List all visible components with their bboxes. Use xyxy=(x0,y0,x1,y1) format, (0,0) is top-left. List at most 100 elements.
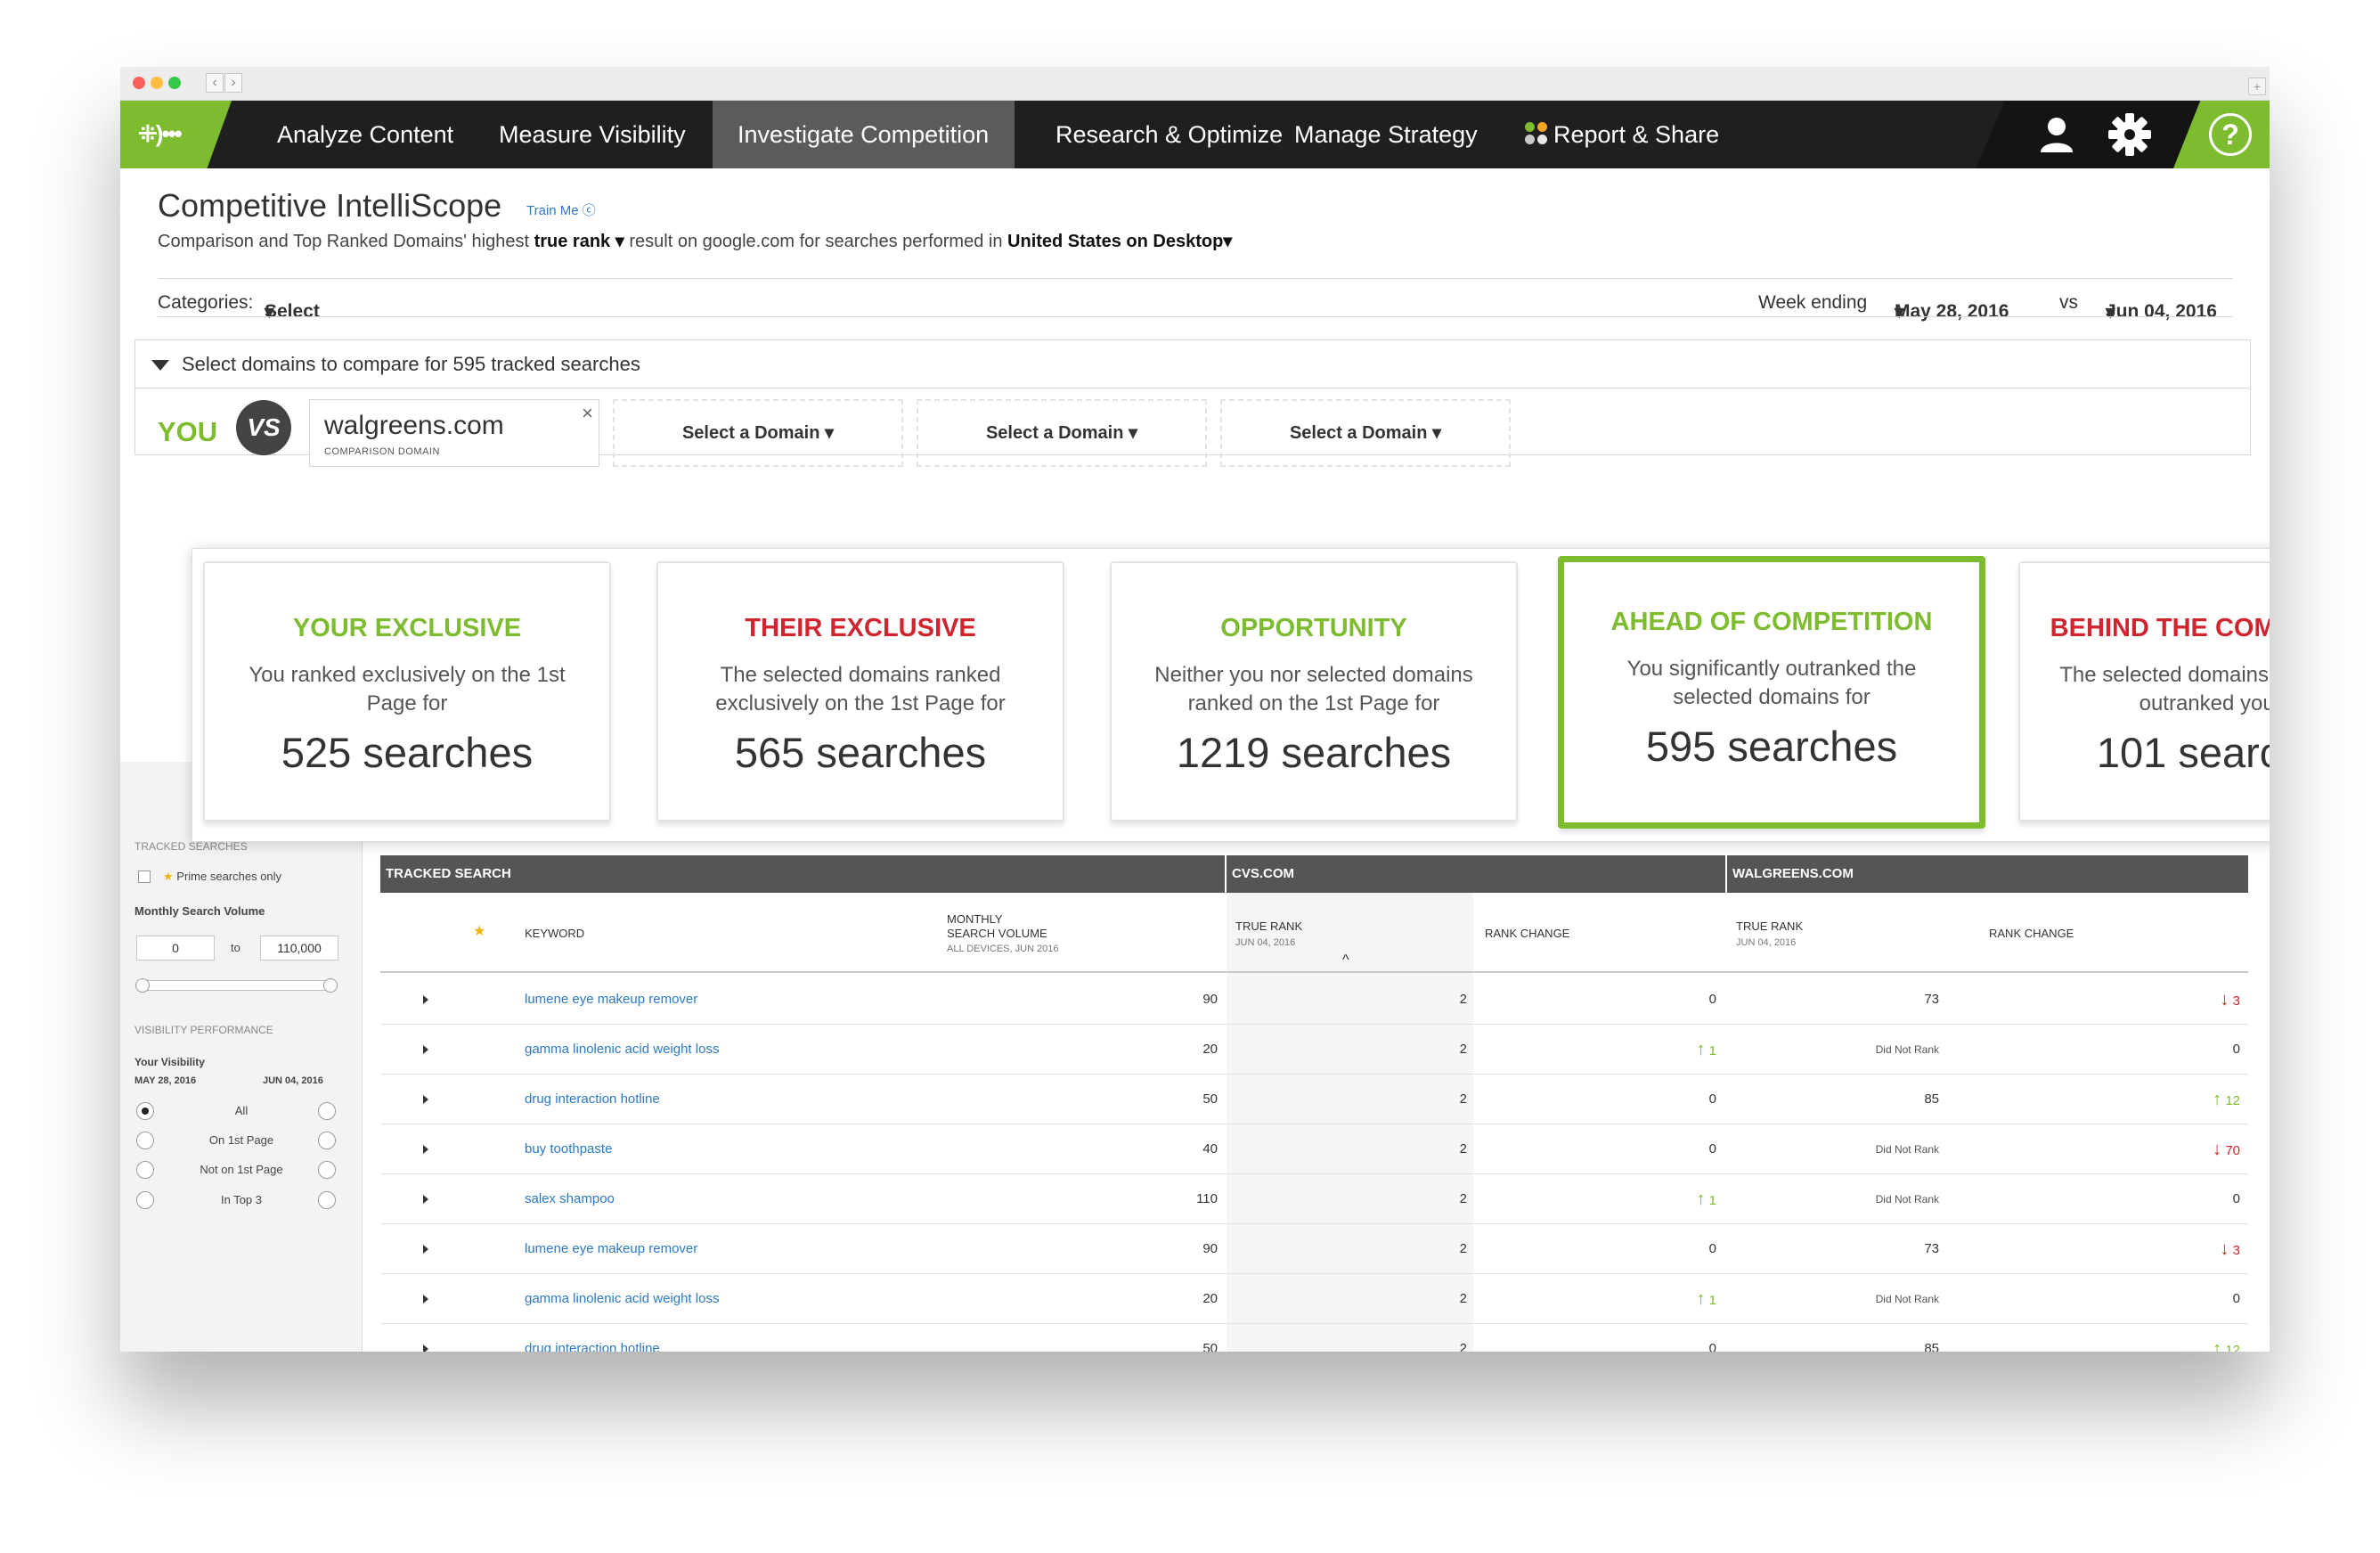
table-row[interactable]: lumene eye makeup remover 90 2 0 73 ↓ 3 xyxy=(380,1224,2248,1274)
select-domain-dropdown-1[interactable]: Select a Domain ▾ xyxy=(613,399,903,467)
column-headers: ★ KEYWORD MONTHLY SEARCH VOLUME ALL DEVI… xyxy=(380,893,2248,973)
walgreens-rank-change-value: 70 xyxy=(2225,1143,2240,1158)
location-dropdown[interactable]: United States on Desktop▾ xyxy=(1007,232,1232,251)
keyword-link[interactable]: drug interaction hotline xyxy=(525,1075,660,1124)
cvs-rank-change: ↑ 1 xyxy=(1610,1174,1716,1224)
maximize-window-button[interactable] xyxy=(168,77,181,89)
train-me-link[interactable]: Train Me ⓒ xyxy=(526,200,596,219)
comparison-domain-chip[interactable]: walgreens.com COMPARISON DOMAIN × xyxy=(309,399,599,467)
keyword-link[interactable]: lumene eye makeup remover xyxy=(525,1224,697,1274)
caret-down-icon: ▾ xyxy=(2106,302,2115,323)
cvs-rank-change: 0 xyxy=(1610,1224,1716,1274)
col-keyword[interactable]: KEYWORD xyxy=(525,927,584,941)
cvs-true-rank: 2 xyxy=(1459,1291,1467,1306)
compare-panel-toggle[interactable]: Select domains to compare for 595 tracke… xyxy=(135,340,2250,388)
nav-report-share[interactable]: Report & Share xyxy=(1496,101,1744,168)
help-icon[interactable]: ? xyxy=(2209,113,2252,156)
col-wg-date: JUN 04, 2016 xyxy=(1736,937,1797,948)
col-wg-true-rank[interactable]: TRUE RANK xyxy=(1736,920,1803,934)
col-msv-line2[interactable]: SEARCH VOLUME xyxy=(947,927,1047,941)
card-opportunity[interactable]: OPPORTUNITY Neither you nor selected dom… xyxy=(1110,561,1518,821)
close-window-button[interactable] xyxy=(133,77,145,89)
radio-all-to[interactable] xyxy=(318,1102,336,1120)
keyword-link[interactable]: salex shampoo xyxy=(525,1174,615,1224)
col-cvs-rank-change[interactable]: RANK CHANGE xyxy=(1485,927,1569,941)
card-your-exclusive[interactable]: YOUR EXCLUSIVE You ranked exclusively on… xyxy=(203,561,611,821)
sort-asc-icon[interactable]: ^ xyxy=(1342,953,1349,968)
nav-research-optimize[interactable]: Research & Optimize xyxy=(1031,101,1308,168)
caret-down-icon: ▾ xyxy=(1129,423,1138,443)
card-title: OPPORTUNITY xyxy=(1220,614,1407,642)
expand-row-icon[interactable] xyxy=(423,1345,428,1352)
keyword-link[interactable]: gamma linolenic acid weight loss xyxy=(525,1274,719,1324)
msv-min-input[interactable]: 0 xyxy=(136,936,215,960)
radio-first-page-to[interactable] xyxy=(318,1132,336,1149)
radio-not-first-page-to[interactable] xyxy=(318,1161,336,1179)
keyword-link[interactable]: gamma linolenic acid weight loss xyxy=(525,1025,719,1075)
arrow-up-icon: ↑ xyxy=(1696,1040,1706,1059)
caret-down-icon: ▾ xyxy=(825,423,835,443)
rank-type-dropdown[interactable]: true rank ▾ xyxy=(534,232,624,251)
back-button[interactable]: ‹ xyxy=(206,73,224,93)
cvs-true-rank: 2 xyxy=(1459,1091,1467,1107)
keyword-link[interactable]: buy toothpaste xyxy=(525,1124,612,1174)
walgreens-rank-change-value: 12 xyxy=(2225,1093,2240,1108)
expand-row-icon[interactable] xyxy=(423,1245,428,1254)
forward-button[interactable]: › xyxy=(224,73,242,93)
expand-row-icon[interactable] xyxy=(423,1195,428,1204)
table-row[interactable]: salex shampoo 110 2 ↑ 1 Did Not Rank 0 xyxy=(380,1174,2248,1224)
expand-row-icon[interactable] xyxy=(423,1095,428,1104)
table-row[interactable]: drug interaction hotline 50 2 0 85 ↑ 12 xyxy=(380,1324,2248,1352)
logo[interactable]: ⁜)••• xyxy=(120,101,232,168)
cvs-rank-change: 0 xyxy=(1610,1075,1716,1124)
star-column-icon[interactable]: ★ xyxy=(473,925,485,939)
nav-analyze-content[interactable]: Analyze Content xyxy=(252,101,478,168)
card-description: The selected domains significantly outra… xyxy=(2059,663,2270,715)
keyword-link[interactable]: lumene eye makeup remover xyxy=(525,975,697,1025)
gear-icon[interactable] xyxy=(2107,111,2153,158)
slider-max-handle[interactable] xyxy=(323,978,338,993)
col-cvs-true-rank[interactable]: TRUE RANK xyxy=(1235,920,1302,934)
card-ahead-of-competition[interactable]: AHEAD OF COMPETITION You significantly o… xyxy=(1558,556,1985,829)
cvs-true-rank: 2 xyxy=(1459,1042,1467,1057)
minimize-window-button[interactable] xyxy=(151,77,163,89)
select-domain-dropdown-3[interactable]: Select a Domain ▾ xyxy=(1220,399,1511,467)
card-their-exclusive[interactable]: THEIR EXCLUSIVE The selected domains ran… xyxy=(656,561,1064,821)
arrow-up-icon: ↑ xyxy=(2213,1339,2222,1352)
msv-range-slider[interactable] xyxy=(135,978,338,993)
table-row[interactable]: buy toothpaste 40 2 0 Did Not Rank ↓ 70 xyxy=(380,1124,2248,1174)
new-tab-button[interactable]: + xyxy=(2248,78,2266,95)
table-row[interactable]: gamma linolenic acid weight loss 20 2 ↑ 1 Di… xyxy=(380,1025,2248,1075)
slider-min-handle[interactable] xyxy=(135,978,150,993)
expand-row-icon[interactable] xyxy=(423,1045,428,1054)
card-count: 525 searches xyxy=(281,729,534,776)
select-domain-dropdown-2[interactable]: Select a Domain ▾ xyxy=(917,399,1207,467)
keyword-link[interactable]: drug interaction hotline xyxy=(525,1324,660,1352)
table-row[interactable]: drug interaction hotline 50 2 0 85 ↑ 12 xyxy=(380,1075,2248,1124)
walgreens-rank-change: 0 xyxy=(2133,1274,2240,1324)
walgreens-rank-change-value: 12 xyxy=(2225,1343,2240,1352)
cvs-rank-change-value: 0 xyxy=(1708,1341,1716,1352)
col-wg-rank-change[interactable]: RANK CHANGE xyxy=(1989,927,2074,941)
msv-max-input[interactable]: 110,000 xyxy=(260,936,338,960)
prime-searches-checkbox[interactable] xyxy=(138,870,151,883)
user-icon[interactable] xyxy=(2035,113,2078,156)
expand-row-icon[interactable] xyxy=(423,1295,428,1304)
week-from-value: May 28, 2016 xyxy=(1895,301,2009,322)
nav-manage-strategy[interactable]: Manage Strategy xyxy=(1269,101,1503,168)
walgreens-true-rank: Did Not Rank xyxy=(1875,1193,1939,1206)
table-row[interactable]: gamma linolenic acid weight loss 20 2 ↑ 1 Di… xyxy=(380,1274,2248,1324)
col-msv-line1[interactable]: MONTHLY xyxy=(947,912,1003,927)
visibility-performance-heading: VISIBILITY PERFORMANCE xyxy=(134,1024,273,1036)
nav-investigate-competition[interactable]: Investigate Competition xyxy=(713,101,1015,168)
nav-measure-visibility[interactable]: Measure Visibility xyxy=(474,101,711,168)
expand-row-icon[interactable] xyxy=(423,995,428,1004)
caret-down-icon: ▾ xyxy=(615,232,624,251)
cvs-rank-change-value: 0 xyxy=(1708,1241,1716,1256)
table-row[interactable]: lumene eye makeup remover 90 2 0 73 ↓ 3 xyxy=(380,975,2248,1025)
close-icon[interactable]: × xyxy=(582,402,593,425)
expand-row-icon[interactable] xyxy=(423,1145,428,1154)
categories-label: Categories: xyxy=(158,292,254,313)
radio-top-3-to[interactable] xyxy=(318,1191,336,1209)
card-behind-competition[interactable]: BEHIND THE COMPETITION The selected doma… xyxy=(2018,561,2270,821)
